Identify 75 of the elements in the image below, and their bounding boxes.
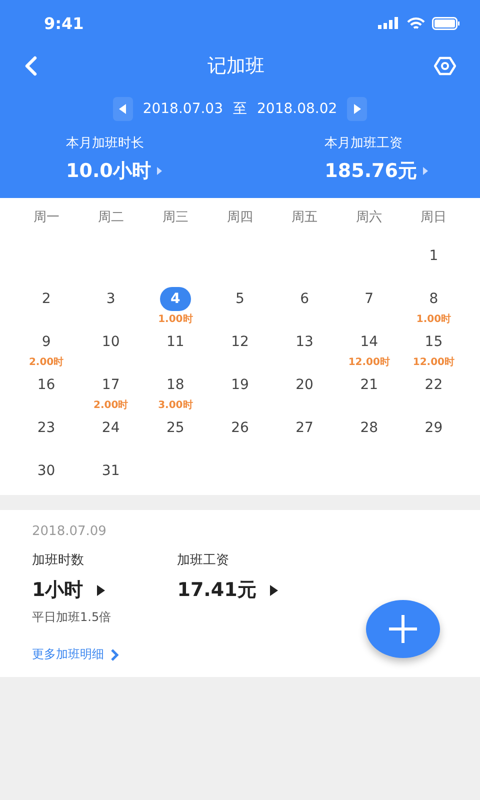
calendar-day[interactable]: 6	[289, 287, 320, 311]
summary-label: 本月加班工资	[324, 135, 404, 152]
stat-value: 17.41元	[177, 578, 256, 603]
caret-right-icon	[353, 104, 362, 114]
next-period-button[interactable]	[347, 97, 368, 121]
calendar-day[interactable]: 30	[30, 459, 62, 483]
calendar-day[interactable]: 3	[95, 287, 126, 311]
settings-icon[interactable]	[434, 56, 456, 76]
detail-date: 2018.07.09	[32, 524, 106, 539]
calendar-day[interactable]: 16	[30, 373, 62, 397]
calendar-day[interactable]: 18	[160, 373, 191, 397]
stat-label: 加班时数	[32, 552, 85, 569]
chevron-right-icon	[110, 648, 119, 660]
overtime-hours: 12.00时	[412, 356, 455, 369]
status-time: 9:41	[44, 14, 84, 32]
calendar-day[interactable]: 19	[224, 373, 256, 397]
page-title: 记加班	[208, 54, 264, 79]
calendar-day[interactable]: 5	[224, 287, 256, 311]
calendar-day[interactable]: 1	[418, 244, 450, 268]
calendar-day[interactable]: 7	[354, 287, 385, 311]
overtime-hours: 3.00时	[158, 398, 193, 412]
period-end: 2018.08.02	[257, 101, 338, 117]
period-start: 2018.07.03	[142, 101, 223, 117]
weekday-label: 周六	[356, 209, 382, 227]
signal-icon	[378, 17, 400, 29]
calendar-day[interactable]: 23	[30, 416, 62, 440]
more-details-link[interactable]: 更多加班明细	[32, 646, 119, 663]
calendar-day[interactable]: 8	[418, 287, 450, 311]
weekday-label: 周五	[292, 209, 318, 227]
plus-icon	[387, 613, 419, 645]
calendar-day[interactable]: 25	[160, 416, 191, 440]
calendar-day[interactable]: 4	[160, 287, 191, 311]
wifi-icon	[407, 16, 425, 30]
calendar-day[interactable]: 13	[289, 330, 320, 354]
calendar-day[interactable]: 2	[30, 287, 62, 311]
period-separator: 至	[233, 100, 247, 118]
weekday-label: 周二	[98, 209, 124, 227]
calendar-day[interactable]: 27	[289, 416, 320, 440]
calendar-day[interactable]: 21	[354, 373, 385, 397]
weekday-label: 周一	[33, 209, 60, 227]
battery-icon	[432, 16, 460, 30]
calendar-day[interactable]: 28	[354, 416, 385, 440]
overtime-hours: 2.00时	[94, 398, 128, 412]
weekday-label: 周日	[420, 209, 447, 227]
previous-period-button[interactable]	[112, 97, 133, 121]
calendar-day[interactable]: 17	[95, 373, 126, 397]
calendar-day[interactable]: 11	[160, 330, 191, 354]
calendar-day[interactable]: 12	[224, 330, 256, 354]
back-icon[interactable]	[24, 56, 38, 76]
add-button[interactable]	[366, 600, 440, 658]
overtime-hours: 1.00时	[416, 312, 452, 326]
summary-label: 本月加班时长	[66, 135, 145, 152]
stat-value: 1小时	[32, 578, 84, 603]
calendar-day[interactable]: 10	[95, 330, 126, 354]
caret-icon[interactable]	[270, 584, 278, 596]
calendar-day[interactable]: 9	[30, 330, 62, 354]
weekday-label: 周三	[162, 209, 188, 227]
calendar-day[interactable]: 24	[95, 416, 126, 440]
calendar-day[interactable]: 26	[224, 416, 256, 440]
calendar-day[interactable]: 29	[418, 416, 450, 440]
summary-value[interactable]: 10.0小时	[66, 158, 151, 184]
overtime-hours: 1.00时	[158, 312, 193, 326]
overtime-rate-note: 平日加班1.5倍	[32, 609, 112, 626]
calendar-day[interactable]: 14	[354, 330, 385, 354]
stat-label: 加班工资	[177, 552, 230, 569]
overtime-hours: 12.00时	[348, 356, 390, 369]
calendar-day[interactable]: 22	[418, 373, 450, 397]
calendar-day[interactable]: 20	[289, 373, 320, 397]
calendar-day[interactable]: 31	[95, 459, 126, 483]
caret-icon[interactable]	[97, 584, 106, 596]
summary-value[interactable]: 185.76元	[324, 158, 417, 184]
weekday-label: 周四	[226, 209, 253, 227]
caret-left-icon	[118, 104, 127, 114]
overtime-hours: 2.00时	[28, 356, 64, 369]
calendar-day[interactable]: 15	[418, 330, 450, 354]
